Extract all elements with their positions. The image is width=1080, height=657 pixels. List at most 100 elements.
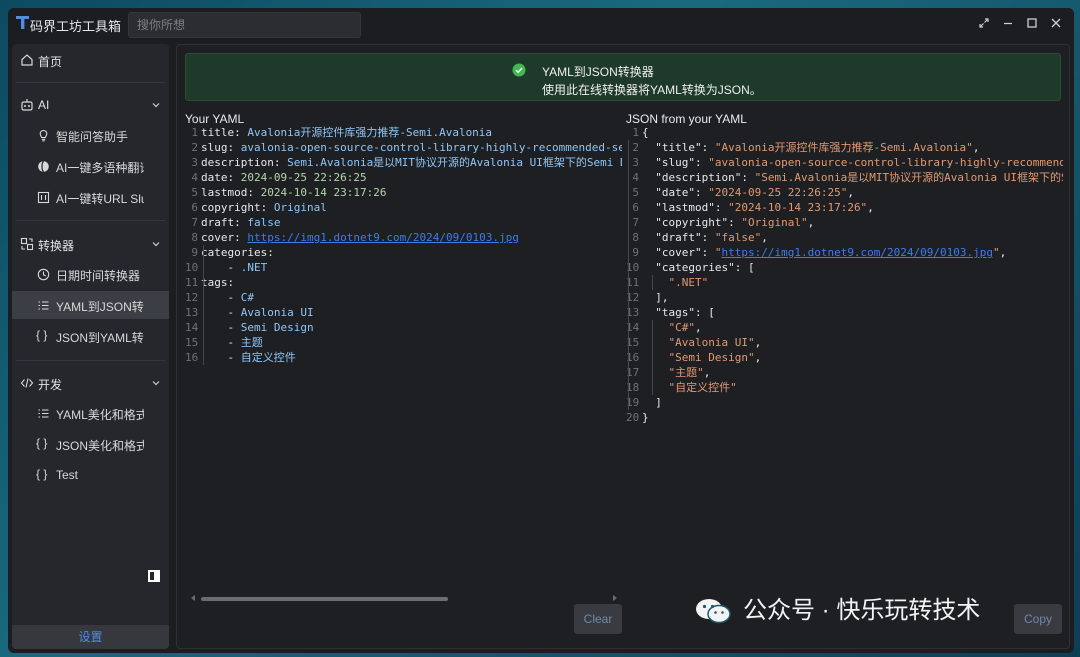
sidebar-item-ai-translate[interactable]: AI一键多语种翻译	[12, 152, 169, 180]
close-icon[interactable]	[1049, 16, 1063, 30]
copy-button[interactable]: Copy	[1014, 604, 1062, 634]
check-circle-icon	[512, 63, 526, 77]
json-line-text: "categories": [	[655, 261, 755, 274]
chevron-down-icon	[152, 103, 160, 108]
scroll-right-icon[interactable]	[611, 594, 619, 602]
line-number: 20	[626, 411, 640, 424]
json-line-text: "Semi Design",	[668, 351, 762, 364]
scroll-left-icon[interactable]	[189, 594, 197, 602]
sidebar-item-yaml-to-json[interactable]: YAML到JSON转换器	[12, 291, 169, 319]
yaml-line-text: lastmod: 2024-10-14 23:17:26	[201, 186, 387, 199]
json-line-text: "date": "2024-09-25 22:26:25",	[655, 186, 854, 199]
info-banner: YAML到JSON转换器 使用此在线转换器将YAML转换为JSON。	[185, 53, 1061, 101]
sidebar-item-label: AI一键转URL Slug	[56, 192, 144, 206]
yaml-line-text: - .NET	[201, 261, 268, 274]
sidebar-item-json-to-yaml[interactable]: { } JSON到YAML转换器	[12, 322, 169, 350]
scroll-thumb[interactable]	[201, 597, 448, 601]
yaml-editor[interactable]: 1 title: Avalonia开源控件库强力推荐-Semi.Avalonia 2…	[185, 125, 622, 587]
braces-icon: { }	[36, 328, 48, 342]
main-panel: YAML到JSON转换器 使用此在线转换器将YAML转换为JSON。 Your …	[176, 44, 1070, 649]
line-number: 14	[185, 321, 199, 334]
line-number: 12	[185, 291, 199, 304]
line-number: 4	[191, 171, 198, 184]
json-line-text: {	[642, 126, 649, 139]
converter-icon	[20, 237, 34, 251]
json-line-text: "cover": "https://img1.dotnet9.com/2024/…	[655, 246, 1007, 259]
sidebar-item-label: 日期时间转换器	[56, 269, 141, 283]
sidebar-item-test[interactable]: { } Test	[12, 461, 169, 489]
sidebar-item-json-formatter[interactable]: { } JSON美化和格式化	[12, 430, 169, 458]
sidebar-item-label: Test	[56, 468, 79, 482]
line-number: 6	[191, 201, 198, 214]
sidebar-item-datetime-converter[interactable]: 日期时间转换器	[12, 260, 169, 288]
indent-guide	[652, 320, 653, 395]
yaml-horizontal-scrollbar[interactable]	[185, 593, 617, 603]
line-number: 10	[185, 261, 199, 274]
yaml-line-text: - Avalonia UI	[201, 306, 314, 319]
indent-guide	[203, 245, 204, 365]
line-number: 9	[191, 246, 198, 259]
yaml-line-text: date: 2024-09-25 22:26:25	[201, 171, 367, 184]
json-line-text: ],	[642, 291, 669, 304]
search-input[interactable]	[128, 12, 361, 38]
json-line-text: "title": "Avalonia开源控件库强力推荐-Semi.Avaloni…	[655, 141, 980, 154]
json-line-text: ]	[642, 396, 662, 409]
maximize-icon[interactable]	[1025, 16, 1039, 30]
json-editor: 1{2 "title": "Avalonia开源控件库强力推荐-Semi.Ava…	[626, 125, 1063, 587]
json-line-text: "lastmod": "2024-10-14 23:17:26",	[655, 201, 874, 214]
sidebar-item-ai-slug[interactable]: AI一键转URL Slug	[12, 183, 169, 211]
sidebar-group-label: 开发	[38, 378, 63, 392]
title-bar: 码界工坊工具箱	[8, 8, 1074, 40]
sidebar-item-label: YAML到JSON转换器	[56, 300, 144, 314]
yaml-line-text: slug: avalonia-open-source-control-libra…	[201, 141, 622, 154]
sidebar-item-ai-qa[interactable]: 智能问答助手	[12, 121, 169, 149]
indent-guide	[628, 140, 629, 410]
indent-guide	[652, 275, 653, 290]
yaml-line-text: - Semi Design	[201, 321, 314, 334]
yaml-line-text: copyright: Original	[201, 201, 327, 214]
yaml-line-text: - 自定义控件	[201, 351, 296, 364]
json-pane-label: JSON from your YAML	[626, 112, 747, 126]
clear-button[interactable]: Clear	[574, 604, 622, 634]
clock-icon	[37, 268, 50, 281]
yaml-line-text: title: Avalonia开源控件库强力推荐-Semi.Avalonia	[201, 126, 493, 139]
yaml-line-text: draft: false	[201, 216, 281, 229]
minimize-icon[interactable]	[1001, 16, 1015, 30]
line-number: 1	[191, 126, 198, 139]
line-number: 11	[185, 276, 199, 289]
app-window: 码界工坊工具箱 首页 AI	[8, 8, 1074, 653]
line-number: 5	[191, 186, 198, 199]
chevron-down-icon	[152, 381, 160, 386]
line-number: 15	[185, 336, 199, 349]
settings-button[interactable]: 设置	[12, 625, 169, 649]
yaml-line-text: cover: https://img1.dotnet9.com/2024/09/…	[201, 231, 519, 244]
line-number: 3	[191, 156, 198, 169]
theme-toggle-icon[interactable]	[148, 570, 160, 582]
json-line-text: }	[642, 411, 649, 424]
json-line-text: "slug": "avalonia-open-source-control-li…	[655, 156, 1063, 169]
code-icon	[20, 378, 34, 388]
braces-icon: { }	[36, 436, 48, 450]
watermark-text: 公众号 · 快乐玩转技术	[743, 597, 981, 624]
slug-icon	[37, 191, 50, 204]
sidebar-group-dev[interactable]: 开发	[12, 369, 169, 397]
sidebar-item-label: YAML美化和格式化	[56, 408, 144, 422]
line-number: 1	[632, 126, 639, 139]
sidebar-item-label: 智能问答助手	[56, 130, 129, 144]
sidebar-item-label: AI一键多语种翻译	[56, 161, 144, 175]
line-number: 13	[185, 306, 199, 319]
yaml-line-text: description: Semi.Avalonia是以MIT协议开源的Aval…	[201, 156, 622, 169]
json-line-text: "draft": "false",	[655, 231, 768, 244]
yaml-line-text: - 主题	[201, 336, 263, 349]
chevron-down-icon	[152, 242, 160, 247]
fullscreen-icon[interactable]	[977, 16, 991, 30]
sidebar-group-label: AI	[38, 98, 50, 112]
sidebar-item-yaml-formatter[interactable]: YAML美化和格式化	[12, 399, 169, 427]
sidebar-item-home[interactable]: 首页	[12, 46, 169, 74]
sidebar-group-ai[interactable]: AI	[12, 91, 169, 119]
sidebar-group-converter[interactable]: 转换器	[12, 230, 169, 258]
json-line-text: "Avalonia UI",	[668, 336, 762, 349]
sidebar-item-label: 首页	[38, 55, 63, 69]
list-icon	[38, 301, 49, 310]
app-logo-icon	[16, 16, 29, 29]
